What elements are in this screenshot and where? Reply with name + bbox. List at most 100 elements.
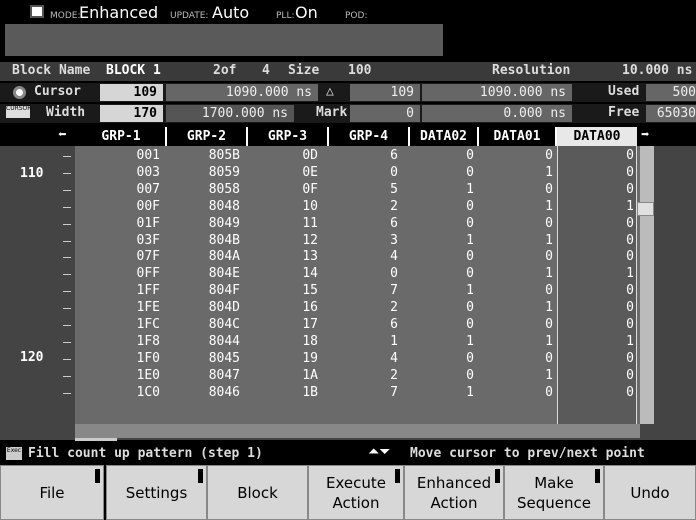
cell-data00[interactable]: 0 (574, 283, 634, 299)
cell-grp-4[interactable]: 6 (338, 148, 398, 164)
cell-grp-4[interactable]: 4 (338, 249, 398, 265)
size-value[interactable]: 100 (348, 63, 371, 78)
cell-data02[interactable]: 0 (414, 351, 474, 367)
cell-data02[interactable]: 0 (414, 249, 474, 265)
cell-grp-4[interactable]: 7 (338, 283, 398, 299)
cell-data01[interactable]: 1 (493, 266, 553, 282)
cursor-mode-icon[interactable]: CURSOR (6, 106, 31, 118)
cell-data00[interactable]: 1 (574, 199, 634, 215)
cell-data02[interactable]: 1 (414, 385, 474, 401)
column-header-data01[interactable]: DATA01 (479, 127, 555, 146)
cell-data02[interactable]: 0 (414, 199, 474, 215)
cell-grp-2[interactable]: 804D (180, 300, 240, 316)
cell-data01[interactable]: 0 (493, 385, 553, 401)
cell-data00[interactable]: 0 (574, 351, 634, 367)
cell-grp-3[interactable]: 16 (258, 300, 318, 316)
cell-grp-3[interactable]: 1A (258, 368, 318, 384)
cell-data00[interactable]: 0 (574, 317, 634, 333)
cell-grp-1[interactable]: 1FE (100, 300, 160, 316)
softkey-make-sequence-button[interactable]: Make Sequence (504, 465, 604, 520)
softkey-block-button[interactable]: Block (207, 465, 308, 520)
block-name-value[interactable]: BLOCK 1 (106, 63, 161, 78)
cursor-input[interactable]: 109 (100, 84, 163, 101)
cell-grp-2[interactable]: 804C (180, 317, 240, 333)
cell-data01[interactable]: 1 (493, 233, 553, 249)
cell-grp-4[interactable]: 0 (338, 266, 398, 282)
cell-grp-1[interactable]: 07F (100, 249, 160, 265)
cell-grp-1[interactable]: 1F0 (100, 351, 160, 367)
horizontal-scroll-thumb[interactable] (75, 438, 117, 441)
scroll-right-icon[interactable]: ➡ (641, 127, 649, 143)
cell-grp-2[interactable]: 8046 (180, 385, 240, 401)
cell-grp-2[interactable]: 804A (180, 249, 240, 265)
width-input[interactable]: 170 (100, 105, 163, 122)
cell-grp-3[interactable]: 0D (258, 148, 318, 164)
cell-data02[interactable]: 1 (414, 233, 474, 249)
cell-data02[interactable]: 1 (414, 283, 474, 299)
softkey-file-button[interactable]: File (0, 465, 104, 520)
vertical-scrollbar[interactable] (640, 146, 654, 424)
cell-data00[interactable]: 0 (574, 233, 634, 249)
cell-grp-3[interactable]: 0E (258, 165, 318, 181)
cell-grp-4[interactable]: 2 (338, 368, 398, 384)
cell-grp-3[interactable]: 14 (258, 266, 318, 282)
cell-grp-3[interactable]: 1B (258, 385, 318, 401)
column-header-grp-3[interactable]: GRP-3 (248, 127, 327, 146)
cell-grp-1[interactable]: 0FF (100, 266, 160, 282)
cell-data00[interactable]: 0 (574, 368, 634, 384)
cell-grp-3[interactable]: 0F (258, 182, 318, 198)
cell-grp-3[interactable]: 18 (258, 334, 318, 350)
cell-data00[interactable]: 0 (574, 300, 634, 316)
cell-grp-4[interactable]: 4 (338, 351, 398, 367)
scroll-left-icon[interactable]: ⬅ (58, 127, 66, 143)
cell-data01[interactable]: 0 (493, 351, 553, 367)
cell-grp-4[interactable]: 2 (338, 199, 398, 215)
cell-grp-4[interactable]: 5 (338, 182, 398, 198)
cell-data01[interactable]: 1 (493, 165, 553, 181)
cell-data02[interactable]: 0 (414, 216, 474, 232)
cell-data00[interactable]: 0 (574, 165, 634, 181)
cell-data02[interactable]: 0 (414, 165, 474, 181)
cell-data01[interactable]: 0 (493, 249, 553, 265)
cell-grp-4[interactable]: 6 (338, 216, 398, 232)
cell-grp-4[interactable]: 7 (338, 385, 398, 401)
cell-grp-3[interactable]: 17 (258, 317, 318, 333)
cell-data01[interactable]: 1 (493, 300, 553, 316)
cell-data02[interactable]: 0 (414, 148, 474, 164)
cell-data00[interactable]: 0 (574, 182, 634, 198)
cell-data02[interactable]: 1 (414, 334, 474, 350)
cell-grp-3[interactable]: 19 (258, 351, 318, 367)
cell-grp-4[interactable]: 2 (338, 300, 398, 316)
radio-icon[interactable] (13, 86, 26, 99)
cell-grp-1[interactable]: 1F8 (100, 334, 160, 350)
cell-grp-3[interactable]: 13 (258, 249, 318, 265)
column-header-grp-4[interactable]: GRP-4 (329, 127, 408, 146)
cell-data00[interactable]: 1 (574, 334, 634, 350)
softkey-settings-button[interactable]: Settings (106, 465, 207, 520)
cell-grp-2[interactable]: 8058 (180, 182, 240, 198)
vertical-scroll-thumb[interactable] (637, 202, 654, 216)
column-header-grp-1[interactable]: GRP-1 (77, 127, 165, 146)
cell-data02[interactable]: 0 (414, 368, 474, 384)
cell-data02[interactable]: 0 (414, 317, 474, 333)
cell-data01[interactable]: 1 (493, 368, 553, 384)
cell-data00[interactable]: 0 (574, 249, 634, 265)
cell-data00[interactable]: 0 (574, 148, 634, 164)
cell-grp-2[interactable]: 804B (180, 233, 240, 249)
cell-grp-2[interactable]: 8059 (180, 165, 240, 181)
column-header-data00[interactable]: DATA00 (557, 127, 637, 146)
cell-grp-2[interactable]: 8045 (180, 351, 240, 367)
column-header-data02[interactable]: DATA02 (410, 127, 477, 146)
cell-grp-3[interactable]: 15 (258, 283, 318, 299)
cell-grp-1[interactable]: 003 (100, 165, 160, 181)
resolution-value[interactable]: 10.000 ns (622, 63, 692, 78)
cell-grp-2[interactable]: 804E (180, 266, 240, 282)
cell-data02[interactable]: 0 (414, 266, 474, 282)
cell-data01[interactable]: 1 (493, 334, 553, 350)
cell-grp-2[interactable]: 8048 (180, 199, 240, 215)
cell-data01[interactable]: 0 (493, 182, 553, 198)
cell-grp-3[interactable]: 10 (258, 199, 318, 215)
cell-data01[interactable]: 1 (493, 199, 553, 215)
cell-grp-1[interactable]: 001 (100, 148, 160, 164)
cell-grp-2[interactable]: 8049 (180, 216, 240, 232)
